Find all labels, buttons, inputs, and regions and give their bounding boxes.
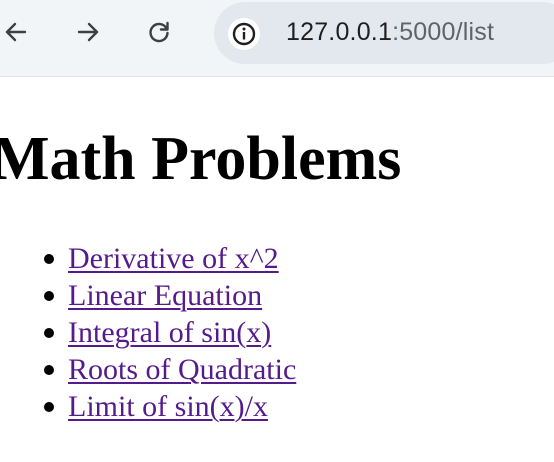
list-item: Integral of sin(x) [44,314,296,351]
problem-link[interactable]: Integral of sin(x) [68,316,271,349]
bullet-icon [44,254,54,264]
problem-link[interactable]: Derivative of x^2 [68,242,279,275]
bullet-icon [44,291,54,301]
problem-list: Derivative of x^2 Linear Equation Integr… [0,240,296,425]
list-item: Linear Equation [44,277,296,314]
list-item: Limit of sin(x)/x [44,388,296,425]
reload-icon [149,21,169,43]
problem-link[interactable]: Roots of Quadratic [68,353,296,386]
url-text[interactable]: 127.0.0.1:5000/list [286,14,494,50]
info-icon [232,22,256,46]
problem-link[interactable]: Linear Equation [68,279,262,312]
site-info-button[interactable] [228,18,260,50]
bullet-icon [44,365,54,375]
bullet-icon [44,328,54,338]
url-host: 127.0.0.1 [286,18,393,46]
forward-button[interactable] [70,14,106,50]
list-item: Roots of Quadratic [44,351,296,388]
arrow-left-icon [5,22,27,42]
list-item: Derivative of x^2 [44,240,296,277]
page-content: Math Problems Derivative of x^2 Linear E… [0,77,554,462]
arrow-right-icon [77,22,99,42]
browser-toolbar: 127.0.0.1:5000/list [0,0,554,77]
url-path: :5000/list [392,18,495,46]
back-button[interactable] [0,14,34,50]
problem-link[interactable]: Limit of sin(x)/x [68,390,268,423]
bullet-icon [44,402,54,412]
reload-button[interactable] [141,14,177,50]
page-title: Math Problems [0,125,402,193]
